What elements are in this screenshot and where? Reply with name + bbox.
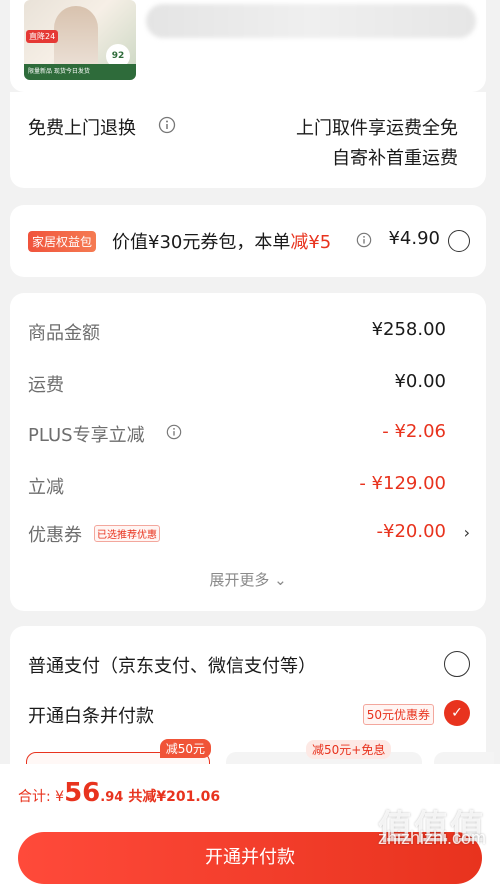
- home-pack-radio[interactable]: [448, 230, 470, 252]
- amount-row-goods: 商品金额 ¥258.00: [28, 319, 446, 345]
- amount-value: ¥258.00: [371, 319, 446, 340]
- amount-label: 运费: [28, 375, 64, 396]
- total-label: 合计: ¥: [18, 789, 65, 805]
- order-total: 合计: ¥56.94 共减¥201.06: [18, 778, 220, 808]
- home-pack-card[interactable]: 家居权益包 价值¥30元券包，本单减¥5 ¥4.90: [10, 205, 486, 277]
- payment-normal-radio[interactable]: [444, 651, 470, 677]
- amount-row-shipping: 运费 ¥0.00: [28, 371, 446, 397]
- checkmark-icon[interactable]: ✓: [444, 700, 470, 726]
- info-icon[interactable]: [158, 116, 176, 134]
- total-decimal: .94: [100, 790, 124, 805]
- product-title-blurred: [146, 4, 476, 38]
- amount-value: - ¥129.00: [359, 473, 446, 494]
- payment-option-baitiao[interactable]: 开通白条并付款: [28, 702, 154, 728]
- total-saved: 共减¥201.06: [128, 789, 221, 805]
- info-icon[interactable]: [166, 424, 182, 440]
- amount-summary-card: 商品金额 ¥258.00 运费 ¥0.00 PLUS专享立减 - ¥2.06 立…: [10, 293, 486, 611]
- home-pack-tag: 家居权益包: [28, 231, 97, 252]
- expand-more-link[interactable]: 展开更多 ⌄: [10, 569, 486, 590]
- amount-label: 商品金额: [28, 323, 100, 344]
- plan-badge: 减50元: [159, 739, 211, 758]
- amount-row-plus: PLUS专享立减 - ¥2.06: [28, 421, 446, 447]
- home-pack-discount: 减¥5: [290, 232, 332, 253]
- coupon-selected-tag: 已选推荐优惠: [94, 525, 160, 542]
- coupon-50-tag: 50元优惠券: [362, 704, 434, 725]
- amount-label: 立减: [28, 477, 64, 498]
- chevron-right-icon[interactable]: ›: [464, 523, 470, 542]
- return-service-card: 免费上门退换 上门取件享运费全免 自寄补首重运费: [10, 92, 486, 188]
- home-pack-price: ¥4.90: [388, 228, 440, 249]
- amount-value: - ¥2.06: [382, 421, 446, 442]
- payment-card: 普通支付（京东支付、微信支付等） 开通白条并付款 50元优惠券 ✓ 减50元 减…: [10, 626, 494, 792]
- home-pack-description: 价值¥30元券包，本单减¥5: [112, 228, 331, 254]
- amount-value: ¥0.00: [394, 371, 446, 392]
- return-service-line2: 自寄补首重运费: [332, 148, 458, 169]
- payment-option-normal[interactable]: 普通支付（京东支付、微信支付等）: [28, 652, 316, 678]
- total-integer: 56: [64, 778, 101, 808]
- info-icon[interactable]: [356, 232, 372, 248]
- amount-row-coupon[interactable]: 优惠券 已选推荐优惠 -¥20.00: [28, 521, 446, 547]
- amount-label: PLUS专享立减: [28, 425, 145, 446]
- return-service-line1: 上门取件享运费全免: [296, 118, 458, 139]
- thumb-badge: 直降24: [26, 30, 59, 43]
- amount-value: -¥20.00: [376, 521, 446, 542]
- amount-label: 优惠券: [28, 525, 82, 546]
- amount-row-discount: 立减 - ¥129.00: [28, 473, 446, 499]
- return-service-label: 免费上门退换: [28, 118, 136, 139]
- plan-badge: 减50元+免息: [306, 740, 392, 759]
- product-card[interactable]: 直降24 92 限量新品 现货今日发货: [10, 0, 486, 92]
- watermark-site: zhizhizhi.com: [377, 828, 486, 848]
- home-pack-desc-prefix: 价值¥30元券包，本单: [112, 232, 291, 253]
- product-thumbnail[interactable]: 直降24 92 限量新品 现货今日发货: [24, 0, 136, 80]
- thumb-strip: 限量新品 现货今日发货: [24, 64, 136, 80]
